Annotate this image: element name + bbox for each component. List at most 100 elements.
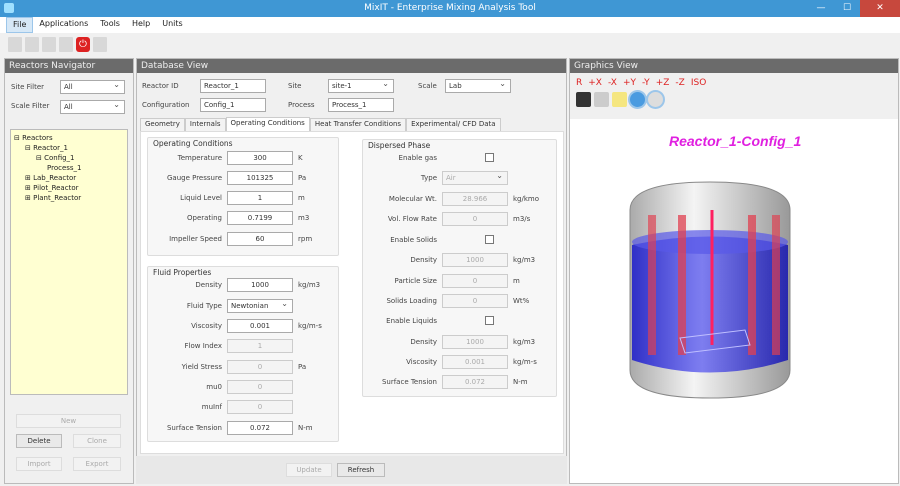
tree-node-label[interactable]: Pilot_Reactor <box>33 184 78 192</box>
import-button[interactable]: Import <box>16 457 62 471</box>
muinf-input[interactable]: 0 <box>227 400 293 414</box>
export-button[interactable]: Export <box>73 457 121 471</box>
expand-icon[interactable]: ⊞ <box>25 174 33 182</box>
tree-node-label[interactable]: Lab_Reactor <box>33 174 76 182</box>
clone-button[interactable]: Clone <box>73 434 121 448</box>
tree-node[interactable]: Process_1 <box>14 163 124 173</box>
view-iso-button[interactable]: ISO <box>691 78 706 88</box>
enable-liquids-checkbox[interactable] <box>485 316 494 325</box>
view-plusminus-z-button[interactable]: +Z <box>656 78 670 88</box>
configuration-input[interactable]: Config_1 <box>200 98 266 112</box>
liquid-level-input[interactable]: 1 <box>227 191 293 205</box>
operating-input[interactable]: 0.7199 <box>227 211 293 225</box>
expand-icon[interactable]: ⊞ <box>25 194 33 202</box>
surface-tension-input[interactable]: 0.072 <box>442 375 508 389</box>
save-icon[interactable] <box>42 37 56 52</box>
tree-node-label[interactable]: Plant_Reactor <box>33 194 81 202</box>
menu-units[interactable]: Units <box>156 17 188 33</box>
gauge-pressure-input[interactable]: 101325 <box>227 171 293 185</box>
refresh-button[interactable]: Refresh <box>337 463 385 477</box>
mu0-input[interactable]: 0 <box>227 380 293 394</box>
menu-applications[interactable]: Applications <box>33 17 94 33</box>
enable-gas-checkbox[interactable] <box>485 153 494 162</box>
view-plusminus-x-button[interactable]: +X <box>588 78 602 88</box>
maximize-button[interactable]: ☐ <box>834 0 860 17</box>
tree-node[interactable]: ⊞ Pilot_Reactor <box>14 183 124 193</box>
tree-node[interactable]: ⊞ Plant_Reactor <box>14 193 124 203</box>
view-minus-z-button[interactable]: -Z <box>675 78 684 88</box>
tree-node-label[interactable]: Reactors <box>22 134 53 142</box>
site-select[interactable]: site-1 <box>328 78 394 93</box>
tree-node-label[interactable]: Config_1 <box>44 154 74 162</box>
tree-node[interactable]: ⊞ Lab_Reactor <box>14 173 124 183</box>
new-file-icon[interactable] <box>8 37 22 52</box>
scale-filter-select[interactable]: All <box>60 99 125 114</box>
reactor-tree[interactable]: ⊟ Reactors ⊟ Reactor_1 ⊟ Config_1 Process_1… <box>10 129 128 395</box>
cube-icon[interactable] <box>93 37 107 52</box>
flat-sphere-icon[interactable] <box>648 92 663 107</box>
process-input[interactable]: Process_1 <box>328 98 394 112</box>
reactor-3d-model[interactable] <box>600 170 820 410</box>
new-button[interactable]: New <box>16 414 121 428</box>
menu-tools[interactable]: Tools <box>94 17 126 33</box>
molecular-wt--input[interactable]: 28.966 <box>442 192 508 206</box>
screenshot-icon[interactable] <box>594 92 609 107</box>
view-minus-y-button[interactable]: -Y <box>642 78 650 88</box>
viscosity-input[interactable]: 0.001 <box>442 355 508 369</box>
tree-node[interactable]: ⊟ Reactor_1 <box>14 143 124 153</box>
density-input[interactable]: 1000 <box>227 278 293 292</box>
yield-stress-input[interactable]: 0 <box>227 360 293 374</box>
delete-button[interactable]: Delete <box>16 434 62 448</box>
power-icon[interactable]: ⏻ <box>76 37 90 52</box>
toolbar: ⏻ <box>8 37 107 52</box>
tab-geometry[interactable]: Geometry <box>140 118 185 131</box>
site-label: Site <box>288 82 302 90</box>
impeller-speed-input[interactable]: 60 <box>227 232 293 246</box>
molecular-wt--label: Molecular Wt. <box>388 195 437 203</box>
view-minus-x-button[interactable]: -X <box>608 78 617 88</box>
reactor-id-input[interactable]: Reactor_1 <box>200 79 266 93</box>
surface-tension-input[interactable]: 0.072 <box>227 421 293 435</box>
scale-select[interactable]: Lab <box>445 78 511 93</box>
tree-node-label[interactable]: Reactor_1 <box>33 144 68 152</box>
shaded-sphere-icon[interactable] <box>630 92 645 107</box>
viscosity-label: Viscosity <box>191 322 222 330</box>
type-select[interactable]: Air <box>442 170 508 185</box>
operating-label: Operating <box>187 214 222 222</box>
tab-heat-transfer-conditions[interactable]: Heat Transfer Conditions <box>309 118 407 131</box>
lightbulb-icon[interactable] <box>612 92 627 107</box>
expand-icon[interactable]: ⊞ <box>25 184 33 192</box>
view-plusminus-y-button[interactable]: +Y <box>623 78 636 88</box>
tree-node-label[interactable]: Process_1 <box>47 164 82 172</box>
view-r-button[interactable]: R <box>576 78 582 88</box>
update-button[interactable]: Update <box>286 463 332 477</box>
tab-internals[interactable]: Internals <box>184 118 226 131</box>
enable-solids-checkbox[interactable] <box>485 235 494 244</box>
export-icon[interactable] <box>59 37 73 52</box>
temperature-input[interactable]: 300 <box>227 151 293 165</box>
viscosity-input[interactable]: 0.001 <box>227 319 293 333</box>
menu-file[interactable]: File <box>6 17 34 33</box>
tab-experimental-cfd-data[interactable]: Experimental/ CFD Data <box>406 118 501 131</box>
eyedropper-icon[interactable] <box>576 92 591 107</box>
menu-help[interactable]: Help <box>126 17 156 33</box>
open-folder-icon[interactable] <box>25 37 39 52</box>
vol-flow-rate-input[interactable]: 0 <box>442 212 508 226</box>
tab-operating-conditions[interactable]: Operating Conditions <box>225 117 310 131</box>
close-button[interactable]: ✕ <box>860 0 900 17</box>
expand-icon[interactable]: ⊟ <box>25 144 33 152</box>
site-filter-select[interactable]: All <box>60 79 125 94</box>
database-view-title: Database View <box>137 59 566 73</box>
solids-loading-input[interactable]: 0 <box>442 294 508 308</box>
minimize-button[interactable]: — <box>808 0 834 17</box>
fluid-type-select[interactable]: Newtonian <box>227 298 293 313</box>
flow-index-input[interactable]: 1 <box>227 339 293 353</box>
tree-node[interactable]: ⊟ Reactors <box>14 133 124 143</box>
tree-node[interactable]: ⊟ Config_1 <box>14 153 124 163</box>
density-input[interactable]: 1000 <box>442 253 508 267</box>
density-input[interactable]: 1000 <box>442 335 508 349</box>
expand-icon[interactable]: ⊟ <box>36 154 44 162</box>
particle-size-input[interactable]: 0 <box>442 274 508 288</box>
molecular-wt--unit: kg/kmo <box>513 195 540 203</box>
expand-icon[interactable]: ⊟ <box>14 134 22 142</box>
